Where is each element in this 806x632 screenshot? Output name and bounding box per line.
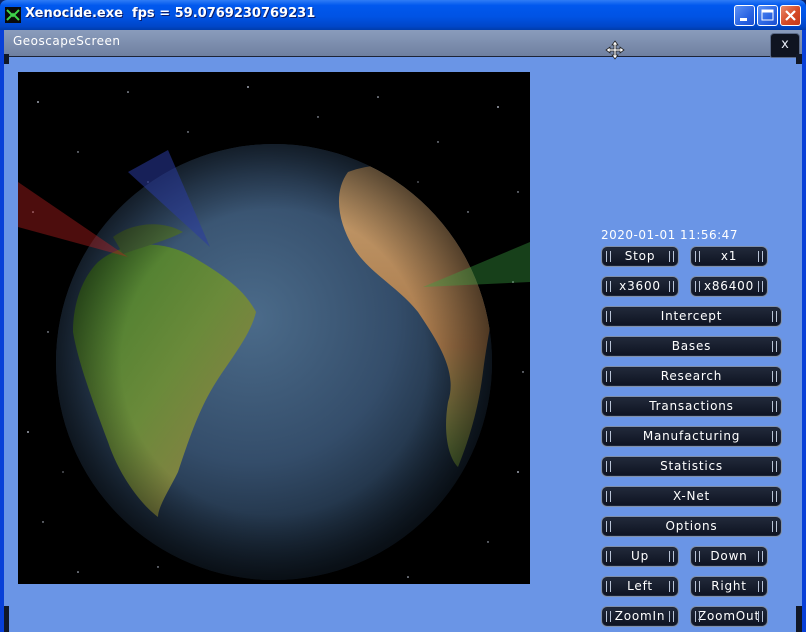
xnet-button[interactable]: X-Net	[601, 486, 782, 507]
frame-corner	[796, 54, 802, 64]
pan-down-button[interactable]: Down	[690, 546, 768, 567]
pan-left-button[interactable]: Left	[601, 576, 679, 597]
maximize-icon	[761, 9, 774, 21]
move-cursor-icon	[605, 40, 625, 60]
frame-corner	[4, 606, 9, 632]
minimize-icon	[740, 18, 747, 21]
game-datetime: 2020-01-01 11:56:47	[601, 228, 738, 242]
screen-title: GeoscapeScreen	[13, 34, 121, 48]
intercept-button[interactable]: Intercept	[601, 306, 782, 327]
statistics-button[interactable]: Statistics	[601, 456, 782, 477]
app-icon	[5, 7, 21, 23]
close-icon	[785, 10, 796, 21]
window-titlebar[interactable]: Xenocide.exe fps = 59.0769230769231	[0, 0, 806, 30]
bases-button[interactable]: Bases	[601, 336, 782, 357]
pan-up-button[interactable]: Up	[601, 546, 679, 567]
geoscape-globe-view[interactable]	[18, 72, 530, 584]
manufacturing-button[interactable]: Manufacturing	[601, 426, 782, 447]
close-button[interactable]	[780, 5, 801, 26]
research-button[interactable]: Research	[601, 366, 782, 387]
options-button[interactable]: Options	[601, 516, 782, 537]
maximize-button[interactable]	[757, 5, 778, 26]
window-title: Xenocide.exe fps = 59.0769230769231	[25, 6, 316, 21]
client-area: GeoscapeScreen x 2020-01-01 11:56:47 Sto…	[4, 30, 802, 632]
transactions-button[interactable]: Transactions	[601, 396, 782, 417]
minimize-button[interactable]	[734, 5, 755, 26]
speed-x86400-button[interactable]: x86400	[690, 276, 768, 297]
speed-x3600-button[interactable]: x3600	[601, 276, 679, 297]
screen-header: GeoscapeScreen x	[4, 30, 802, 60]
speed-x1-button[interactable]: x1	[690, 246, 768, 267]
zoom-out-button[interactable]: ZoomOut	[690, 606, 768, 627]
pan-right-button[interactable]: Right	[690, 576, 768, 597]
globe-graphic[interactable]	[18, 72, 530, 584]
frame-corner	[4, 54, 9, 64]
stop-button[interactable]: Stop	[601, 246, 679, 267]
zoom-in-button[interactable]: ZoomIn	[601, 606, 679, 627]
window-frame-right	[802, 30, 806, 632]
frame-corner	[796, 606, 802, 632]
